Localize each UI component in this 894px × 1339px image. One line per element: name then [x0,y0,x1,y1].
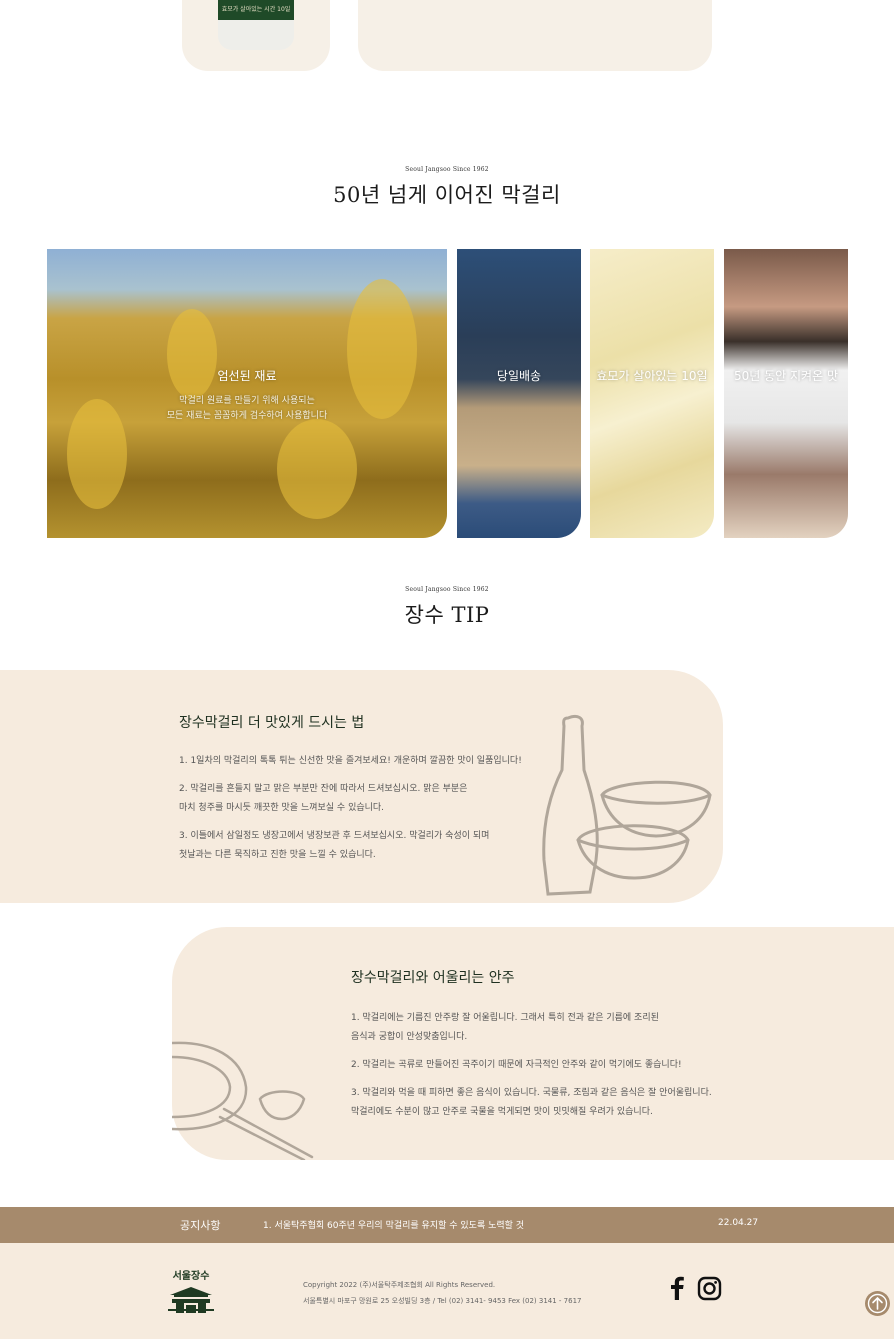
tip-line: 첫날과는 다른 묵직하고 진한 맛을 느낄 수 있습니다. [179,850,376,860]
tip-line: 3. 막걸리와 먹을 때 피하면 좋은 음식이 있습니다. 국물류, 조림과 같… [351,1088,712,1098]
copyright-text: Copyright 2022 (주)서울탁주제조협회 All Rights Re… [303,1281,496,1289]
product-bottle-image: 효모가 살아있는 시간 10일 [218,0,294,50]
bottle-bowls-icon [542,714,712,896]
facebook-icon[interactable] [668,1276,686,1300]
panel-caption: 엄선된 재료 [217,369,277,383]
panel-caption: 50년 동안 지켜온 맛 [734,369,838,383]
panel-caption: 당일배송 [496,369,542,383]
plate-chopsticks-icon [172,1041,314,1160]
scroll-top-button[interactable] [865,1291,890,1316]
footer-info: Copyright 2022 (주)서울탁주제조협회 All Rights Re… [303,1277,582,1309]
gate-logo-icon [168,1287,214,1313]
arrow-up-icon [867,1293,888,1314]
footer: 서울장수 Copyright 2022 (주)서울탁주제조협회 All Righ… [0,1243,894,1339]
panel-description: 막걸리 원료를 만들기 위해 사용되는 모든 재료는 꼼꼼하게 검수하여 사용합… [166,396,328,421]
panel-caption: 효모가 살아있는 10일 [596,369,708,383]
tip-line: 1. 막걸리에는 기름진 안주랑 잘 어울립니다. 그래서 특히 전과 같은 기… [351,1013,659,1023]
notice-date: 22.04.27 [718,1218,759,1228]
tip-line: 음식과 궁합이 안성맞춤입니다. [351,1032,468,1042]
logo-text: 서울장수 [172,1271,210,1282]
history-title: 50년 넘게 이어진 막걸리 [333,183,561,207]
tip-card-drinking: 장수막걸리 더 맛있게 드시는 법 1. 1일차의 막걸리의 톡톡 튀는 신선한… [0,670,723,903]
tip-line: 마치 청주를 마시듯 깨끗한 맛을 느껴보실 수 있습니다. [179,803,385,813]
tip-line: 2. 막걸리를 흔들지 말고 맑은 부분만 잔에 따라서 드셔보십시오. 맑은 … [179,784,468,794]
tip-line: 막걸리에도 수분이 많고 안주로 국물을 먹게되면 맛이 밋밋해질 우려가 있습… [351,1107,653,1117]
gallery-panel-yeast[interactable]: 효모가 살아있는 10일 [590,249,714,538]
tip-line: 2. 막걸리는 곡류로 만들어진 곡주이기 때문에 자극적인 안주와 같이 먹기… [351,1060,682,1070]
gallery-panel-taste[interactable]: 50년 동안 지켜온 맛 [724,249,848,538]
footer-logo[interactable]: 서울장수 [168,1267,214,1313]
history-subtitle: Seoul Jangsoo Since 1962 [405,166,489,173]
tip-title: 장수 TIP [404,603,490,627]
gallery-panel-delivery[interactable]: 당일배송 [457,249,581,538]
instagram-icon[interactable] [697,1276,722,1301]
product-card-left: 효모가 살아있는 시간 10일 [182,0,330,71]
tip-line: 1. 1일차의 막걸리의 톡톡 튀는 신선한 맛을 즐겨보세요! 개운하며 깔끔… [179,756,522,766]
notice-label: 공지사항 [180,1219,221,1232]
address-text: 서울특별시 마포구 망원로 25 오성빌딩 3층 / Tel (02) 3141… [303,1297,582,1305]
notice-bar: 공지사항 1. 서울탁주협회 60주년 우리의 막걸리를 유지할 수 있도록 노… [0,1207,894,1243]
tip-card-title: 장수막걸리 더 맛있게 드시는 법 [179,715,365,731]
tip-line: 3. 이틀에서 삼일정도 냉장고에서 냉장보관 후 드셔보십시오. 막걸리가 숙… [179,831,490,841]
tip-heading: Seoul Jangsoo Since 1962 장수 TIP [0,586,894,629]
tip-card-title: 장수막걸리와 어울리는 안주 [351,970,515,986]
notice-link[interactable]: 1. 서울탁주협회 60주년 우리의 막걸리를 유지할 수 있도록 노력할 것 [263,1218,524,1231]
tip-card-pairing: 장수막걸리와 어울리는 안주 1. 막걸리에는 기름진 안주랑 잘 어울립니다.… [172,927,894,1160]
gallery-panel-ingredients[interactable]: 엄선된 재료 막걸리 원료를 만들기 위해 사용되는 모든 재료는 꼼꼼하게 검… [47,249,447,538]
history-heading: Seoul Jangsoo Since 1962 50년 넘게 이어진 막걸리 [0,166,894,209]
product-card-right [358,0,712,71]
tip-subtitle: Seoul Jangsoo Since 1962 [405,586,489,593]
bottle-label: 효모가 살아있는 시간 10일 [221,6,291,13]
